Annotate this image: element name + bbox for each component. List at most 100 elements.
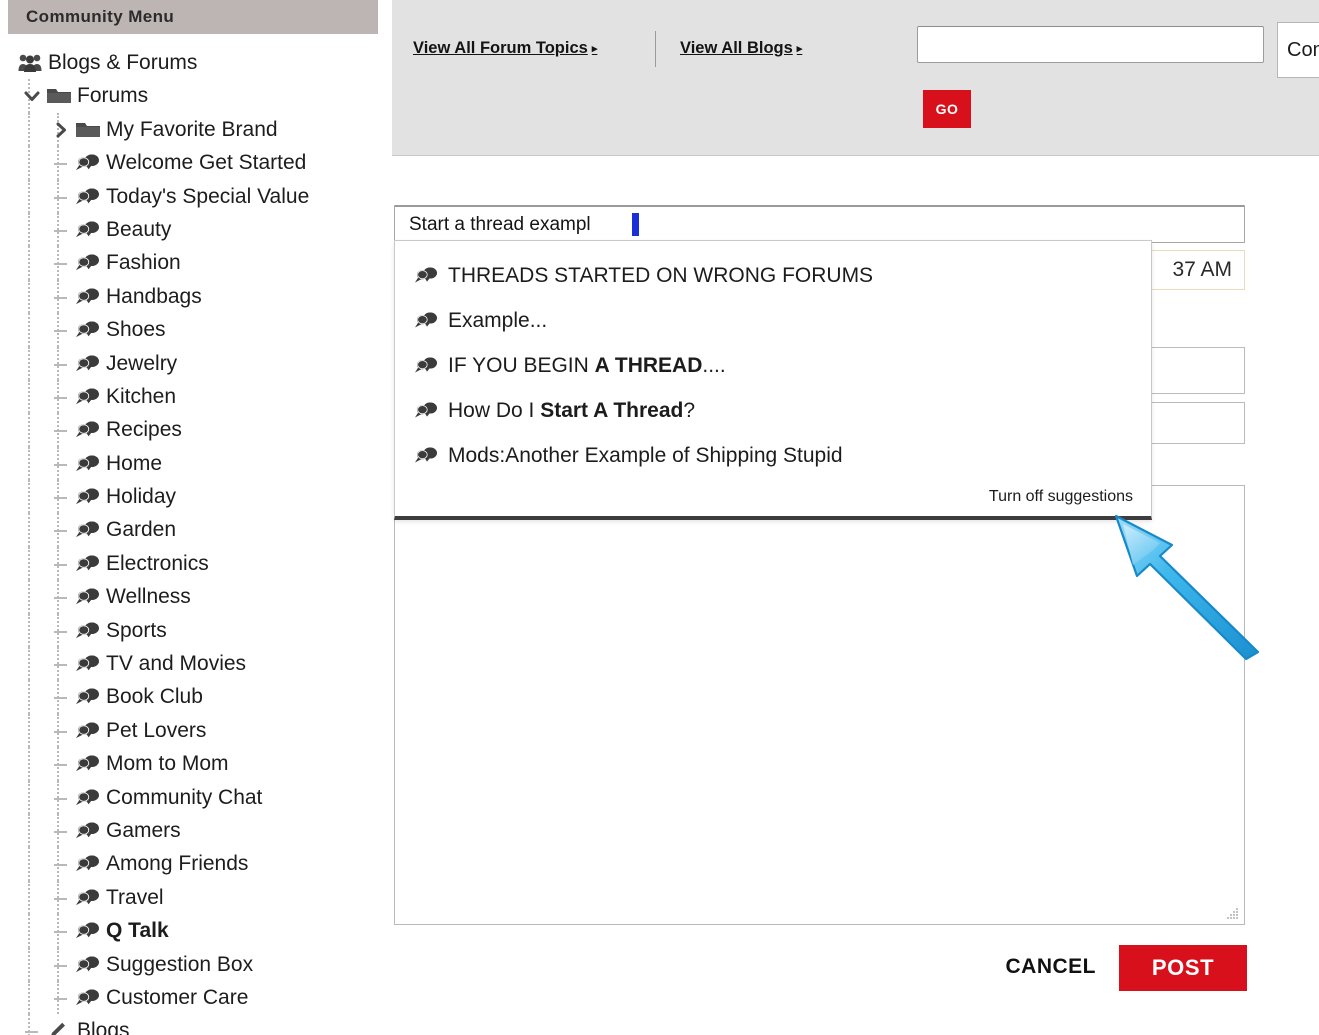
- suggestion-label: IF YOU BEGIN A THREAD....: [448, 353, 726, 377]
- search-input[interactable]: [917, 26, 1264, 63]
- tree-item-electronics[interactable]: Electronics: [0, 546, 392, 581]
- tree-guide-line: [28, 680, 30, 714]
- speech-bubble-icon: [76, 521, 100, 539]
- tree-guide-line: [28, 847, 30, 881]
- tree-item-fashion[interactable]: Fashion: [0, 246, 392, 280]
- sidebar-title: Community Menu: [26, 7, 175, 26]
- community-dropdown-label: Community: [1287, 38, 1319, 61]
- tree-item-sports[interactable]: Sports: [0, 613, 392, 648]
- tree-item-jewelry[interactable]: Jewelry: [0, 346, 392, 380]
- speech-bubble-icon: [76, 188, 100, 206]
- tree-item-book-club[interactable]: Book Club: [0, 680, 392, 714]
- suggestion-item[interactable]: THREADS STARTED ON WRONG FORUMS: [395, 253, 1151, 298]
- tree-item-mom-to-mom[interactable]: Mom to Mom: [0, 747, 392, 781]
- tree-guide-line: [28, 713, 30, 748]
- turn-off-suggestions-row: Turn off suggestions: [395, 478, 1151, 516]
- speech-bubble-icon: [76, 221, 100, 239]
- tree-item-community-chat[interactable]: Community Chat: [0, 780, 392, 814]
- tree-guide-line: [28, 880, 30, 915]
- tree-item-garden[interactable]: Garden: [0, 513, 392, 547]
- cancel-button[interactable]: CANCEL: [1006, 955, 1097, 979]
- tree-item-label: Travel: [106, 885, 164, 909]
- tree-connector: [54, 664, 67, 667]
- speech-bubble-icon: [415, 402, 438, 419]
- tree-connector: [54, 530, 67, 533]
- tree-item-q-talk[interactable]: Q Talk: [0, 914, 392, 948]
- tree-item-kitchen[interactable]: Kitchen: [0, 379, 392, 414]
- thread-title-input[interactable]: [394, 205, 1245, 243]
- tree-item-label: Garden: [106, 518, 177, 542]
- speech-bubble-icon: [76, 789, 100, 807]
- speech-bubble-icon: [76, 722, 100, 740]
- suggestion-item[interactable]: Example...: [395, 298, 1151, 343]
- speech-bubble-icon: [76, 154, 100, 172]
- tree-item-gamers[interactable]: Gamers: [0, 813, 392, 848]
- tree-item-label: Book Club: [106, 685, 203, 709]
- caret-right-icon: ▸: [591, 43, 598, 55]
- resize-handle-icon[interactable]: [1227, 907, 1239, 919]
- tree-item-forums[interactable]: Forums: [0, 79, 392, 113]
- tree-guide-line: [28, 613, 30, 648]
- suggestion-item[interactable]: Mods:Another Example of Shipping Stupid: [395, 433, 1151, 478]
- form-actions: CANCEL POST: [392, 945, 1247, 997]
- tree-connector: [54, 964, 67, 967]
- suggestion-list: THREADS STARTED ON WRONG FORUMS Example..…: [395, 253, 1151, 478]
- tree-item-travel[interactable]: Travel: [0, 880, 392, 915]
- tree-guide-line: [28, 212, 30, 247]
- tree-item-label: Holiday: [106, 485, 177, 509]
- chevron-right-icon[interactable]: [52, 121, 70, 139]
- tree-guide-line: [28, 146, 30, 180]
- toolbar-divider: [655, 31, 656, 67]
- tree-item-pet-lovers[interactable]: Pet Lovers: [0, 713, 392, 748]
- tree-item-home[interactable]: Home: [0, 446, 392, 481]
- tree-guide-line: [28, 980, 30, 1015]
- suggestion-item[interactable]: IF YOU BEGIN A THREAD....: [395, 343, 1151, 388]
- tree-item-blogs-forums[interactable]: Blogs & Forums: [0, 46, 392, 79]
- tree-guide-line: [28, 580, 30, 614]
- thread-body-textarea[interactable]: [394, 485, 1245, 925]
- tree-guide-line: [28, 246, 30, 280]
- tree-item-beauty[interactable]: Beauty: [0, 212, 392, 247]
- tree-item-label: Blogs: [77, 1019, 130, 1035]
- tree-guide-line: [28, 813, 30, 848]
- suggestion-label: Mods:Another Example of Shipping Stupid: [448, 443, 843, 467]
- speech-bubble-icon: [76, 855, 100, 873]
- folder-icon: [76, 120, 100, 139]
- tree-item-label: Gamers: [106, 818, 181, 842]
- tree-connector: [54, 697, 67, 700]
- go-button[interactable]: GO: [923, 90, 971, 128]
- tree-item-handbags[interactable]: Handbags: [0, 279, 392, 314]
- tree-item-my-favorite-brand[interactable]: My Favorite Brand: [0, 112, 392, 147]
- suggestion-item[interactable]: How Do I Start A Thread?: [395, 388, 1151, 433]
- view-all-forum-topics-link[interactable]: View All Forum Topics ▸: [413, 39, 597, 58]
- chevron-down-icon[interactable]: [23, 87, 41, 105]
- tree-guide-line: [28, 747, 30, 781]
- tree-item-welcome-get-started[interactable]: Welcome Get Started: [0, 146, 392, 180]
- tree-guide-line: [28, 379, 30, 414]
- view-all-blogs-link[interactable]: View All Blogs ▸: [680, 39, 802, 58]
- tree-item-shoes[interactable]: Shoes: [0, 313, 392, 347]
- turn-off-suggestions-link[interactable]: Turn off suggestions: [989, 488, 1133, 506]
- tree-item-label: Q Talk: [106, 919, 169, 943]
- community-dropdown[interactable]: Community: [1277, 22, 1319, 78]
- tree-connector: [54, 196, 67, 199]
- tree-item-tv-and-movies[interactable]: TV and Movies: [0, 647, 392, 681]
- speech-bubble-icon: [76, 755, 100, 773]
- post-button[interactable]: POST: [1119, 945, 1247, 991]
- caret-right-icon: ▸: [796, 43, 803, 55]
- tree-item-suggestion-box[interactable]: Suggestion Box: [0, 947, 392, 981]
- tree-item-recipes[interactable]: Recipes: [0, 413, 392, 447]
- tree-item-customer-care[interactable]: Customer Care: [0, 980, 392, 1015]
- speech-bubble-icon: [76, 288, 100, 306]
- title-suggestions-dropdown: THREADS STARTED ON WRONG FORUMS Example..…: [394, 240, 1152, 520]
- forum-tree: Blogs & Forums Forums My Favorite Brand Wel…: [0, 46, 392, 1035]
- tree-connector: [54, 730, 67, 733]
- tree-item-today-s-special-value[interactable]: Today's Special Value: [0, 179, 392, 213]
- tree-item-holiday[interactable]: Holiday: [0, 480, 392, 514]
- tree-item-wellness[interactable]: Wellness: [0, 580, 392, 614]
- tree-item-blogs[interactable]: Blogs: [0, 1014, 392, 1035]
- tree-item-among-friends[interactable]: Among Friends: [0, 847, 392, 881]
- tree-guide-line: [28, 914, 30, 948]
- speech-bubble-icon: [76, 254, 100, 272]
- tree-connector: [54, 563, 67, 566]
